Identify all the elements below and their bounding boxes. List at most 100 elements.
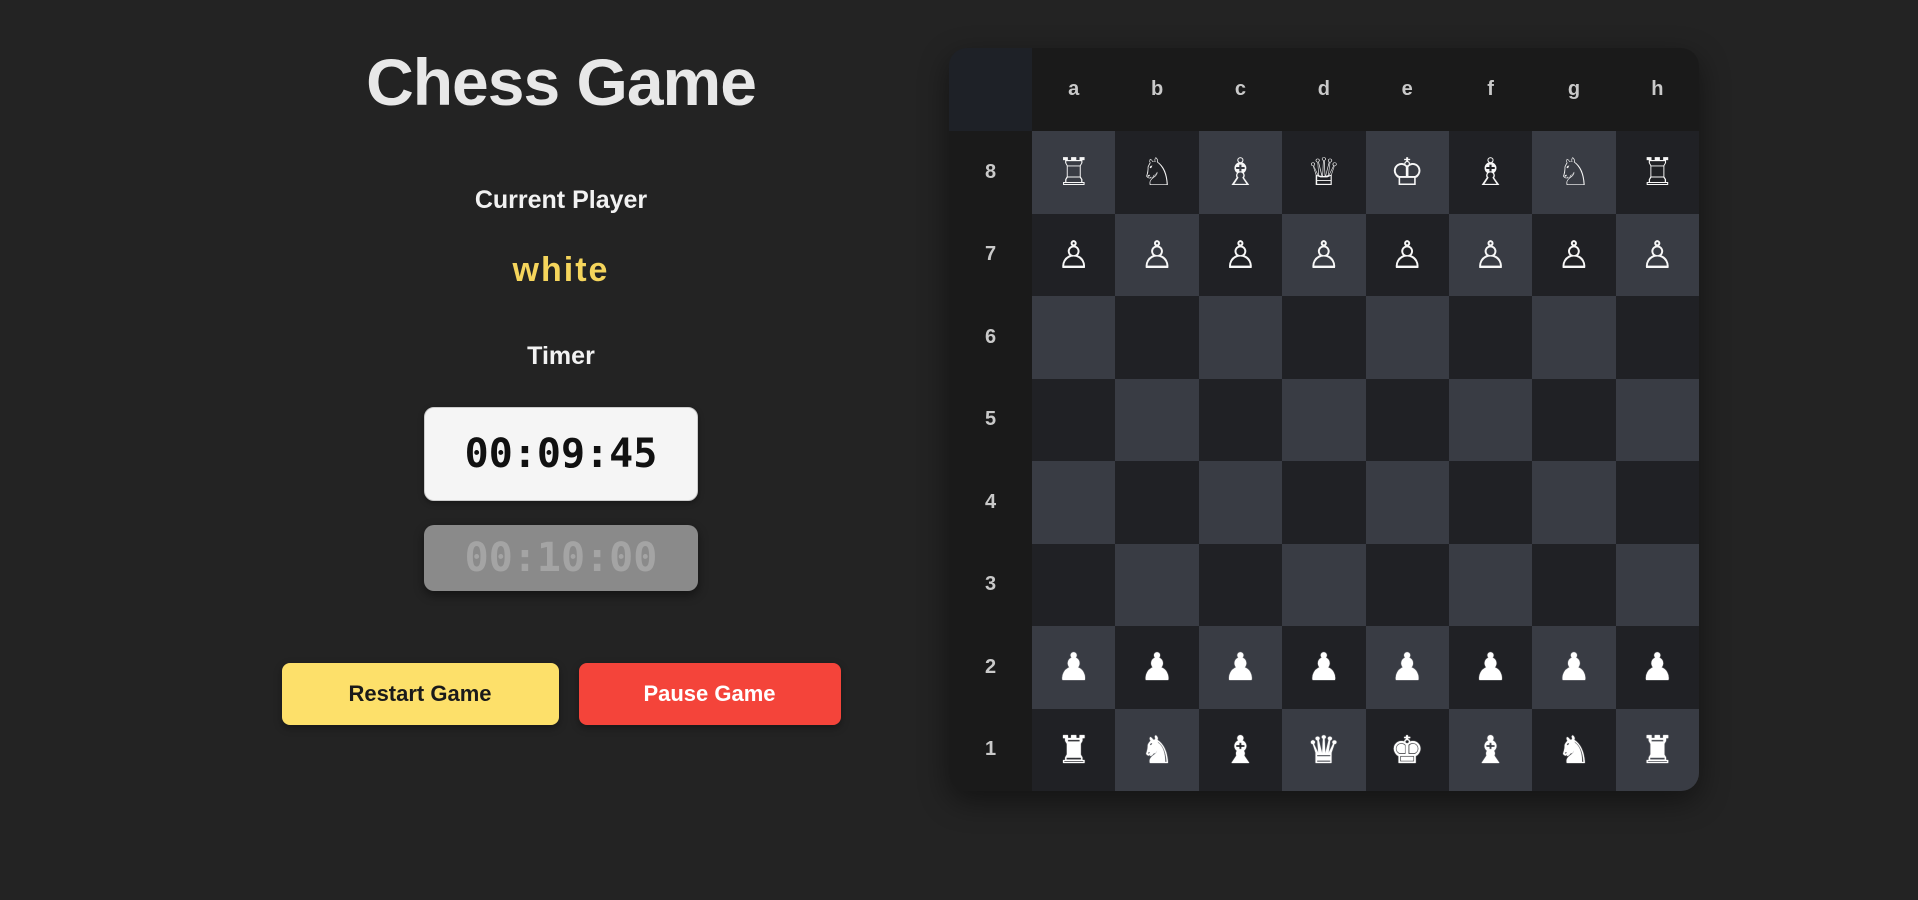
square-c4[interactable]: [1198, 461, 1283, 544]
rook-piece-icon[interactable]: ♜: [1057, 731, 1091, 769]
square-f1[interactable]: ♝: [1448, 708, 1533, 791]
pawn-piece-icon[interactable]: ♙: [1140, 236, 1174, 274]
square-f2[interactable]: ♟: [1448, 626, 1533, 709]
square-e3[interactable]: [1365, 543, 1449, 626]
queen-piece-icon[interactable]: ♛: [1307, 731, 1341, 769]
square-c6[interactable]: [1198, 296, 1283, 379]
square-a2[interactable]: ♟: [1032, 626, 1116, 709]
square-c2[interactable]: ♟: [1198, 626, 1283, 709]
square-a4[interactable]: [1032, 461, 1116, 544]
pawn-piece-icon[interactable]: ♙: [1390, 236, 1424, 274]
king-piece-icon[interactable]: ♔: [1390, 153, 1424, 191]
square-h7[interactable]: ♙: [1615, 213, 1699, 296]
pawn-piece-icon[interactable]: ♙: [1307, 236, 1341, 274]
square-g8[interactable]: ♘: [1532, 131, 1616, 214]
square-g5[interactable]: [1532, 378, 1616, 461]
pawn-piece-icon[interactable]: ♟: [1390, 648, 1424, 686]
square-h3[interactable]: [1615, 543, 1699, 626]
square-e7[interactable]: ♙: [1365, 213, 1449, 296]
square-g1[interactable]: ♞: [1532, 708, 1616, 791]
knight-piece-icon[interactable]: ♘: [1140, 153, 1174, 191]
square-e2[interactable]: ♟: [1365, 626, 1449, 709]
king-piece-icon[interactable]: ♚: [1390, 731, 1424, 769]
square-f6[interactable]: [1448, 296, 1533, 379]
square-g6[interactable]: [1532, 296, 1616, 379]
square-e1[interactable]: ♚: [1365, 708, 1449, 791]
square-b7[interactable]: ♙: [1115, 213, 1199, 296]
square-d1[interactable]: ♛: [1282, 708, 1366, 791]
square-a6[interactable]: [1032, 296, 1116, 379]
square-c1[interactable]: ♝: [1198, 708, 1283, 791]
bishop-piece-icon[interactable]: ♝: [1223, 731, 1257, 769]
square-h2[interactable]: ♟: [1615, 626, 1699, 709]
square-g2[interactable]: ♟: [1532, 626, 1616, 709]
square-b2[interactable]: ♟: [1115, 626, 1199, 709]
pawn-piece-icon[interactable]: ♙: [1223, 236, 1257, 274]
square-h4[interactable]: [1615, 461, 1699, 544]
square-b1[interactable]: ♞: [1115, 708, 1199, 791]
square-g7[interactable]: ♙: [1532, 213, 1616, 296]
square-e5[interactable]: [1365, 378, 1449, 461]
knight-piece-icon[interactable]: ♘: [1557, 153, 1591, 191]
restart-game-button[interactable]: Restart Game: [281, 663, 559, 725]
pawn-piece-icon[interactable]: ♟: [1223, 648, 1257, 686]
square-h1[interactable]: ♜: [1615, 708, 1699, 791]
knight-piece-icon[interactable]: ♞: [1140, 731, 1174, 769]
square-c3[interactable]: [1198, 543, 1283, 626]
square-d7[interactable]: ♙: [1282, 213, 1366, 296]
square-b6[interactable]: [1115, 296, 1199, 379]
square-e6[interactable]: [1365, 296, 1449, 379]
square-h8[interactable]: ♖: [1615, 131, 1699, 214]
square-d3[interactable]: [1282, 543, 1366, 626]
square-h5[interactable]: [1615, 378, 1699, 461]
pawn-piece-icon[interactable]: ♟: [1057, 648, 1091, 686]
square-c8[interactable]: ♗: [1198, 131, 1283, 214]
bishop-piece-icon[interactable]: ♗: [1474, 153, 1508, 191]
square-c7[interactable]: ♙: [1198, 213, 1283, 296]
square-d6[interactable]: [1282, 296, 1366, 379]
pawn-piece-icon[interactable]: ♙: [1557, 236, 1591, 274]
queen-piece-icon[interactable]: ♕: [1307, 153, 1341, 191]
square-d8[interactable]: ♕: [1282, 131, 1366, 214]
pawn-piece-icon[interactable]: ♟: [1557, 648, 1591, 686]
square-d2[interactable]: ♟: [1282, 626, 1366, 709]
bishop-piece-icon[interactable]: ♗: [1223, 153, 1257, 191]
square-d4[interactable]: [1282, 461, 1366, 544]
pause-game-button[interactable]: Pause Game: [578, 663, 841, 725]
pawn-piece-icon[interactable]: ♙: [1057, 236, 1091, 274]
pawn-piece-icon[interactable]: ♙: [1474, 236, 1508, 274]
square-f3[interactable]: [1448, 543, 1533, 626]
square-b5[interactable]: [1115, 378, 1199, 461]
square-a1[interactable]: ♜: [1032, 708, 1116, 791]
square-e8[interactable]: ♔: [1365, 131, 1449, 214]
square-f5[interactable]: [1448, 378, 1533, 461]
pawn-piece-icon[interactable]: ♟: [1307, 648, 1341, 686]
rook-piece-icon[interactable]: ♖: [1057, 153, 1091, 191]
square-g4[interactable]: [1532, 461, 1616, 544]
rook-piece-icon[interactable]: ♜: [1640, 731, 1674, 769]
square-e4[interactable]: [1365, 461, 1449, 544]
square-a5[interactable]: [1032, 378, 1116, 461]
square-c5[interactable]: [1198, 378, 1283, 461]
square-a8[interactable]: ♖: [1032, 131, 1116, 214]
square-d5[interactable]: [1282, 378, 1366, 461]
square-h6[interactable]: [1615, 296, 1699, 379]
knight-piece-icon[interactable]: ♞: [1557, 731, 1591, 769]
square-g3[interactable]: [1532, 543, 1616, 626]
square-b3[interactable]: [1115, 543, 1199, 626]
rook-piece-icon[interactable]: ♖: [1640, 153, 1674, 191]
game-info-panel: Chess Game Current Player white Timer 00…: [270, 30, 852, 725]
current-player-label: Current Player: [474, 186, 648, 214]
square-b8[interactable]: ♘: [1115, 131, 1199, 214]
pawn-piece-icon[interactable]: ♟: [1474, 648, 1508, 686]
square-f7[interactable]: ♙: [1448, 213, 1533, 296]
pawn-piece-icon[interactable]: ♟: [1140, 648, 1174, 686]
square-f8[interactable]: ♗: [1448, 131, 1533, 214]
square-a7[interactable]: ♙: [1032, 213, 1116, 296]
square-a3[interactable]: [1032, 543, 1116, 626]
pawn-piece-icon[interactable]: ♙: [1640, 236, 1674, 274]
pawn-piece-icon[interactable]: ♟: [1640, 648, 1674, 686]
square-b4[interactable]: [1115, 461, 1199, 544]
square-f4[interactable]: [1448, 461, 1533, 544]
bishop-piece-icon[interactable]: ♝: [1474, 731, 1508, 769]
